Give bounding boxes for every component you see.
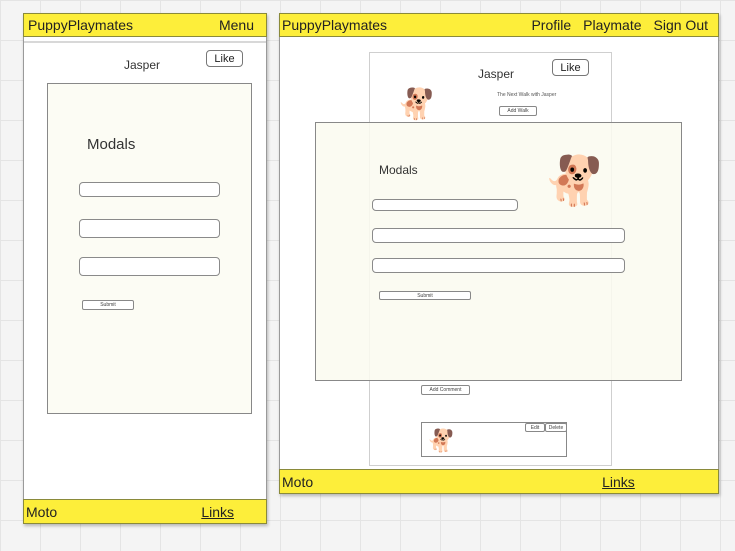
add-walk-button[interactable]: Add Walk	[499, 106, 537, 116]
add-comment-button[interactable]: Add Comment	[421, 385, 470, 395]
nav-playmate[interactable]: Playmate	[583, 17, 641, 33]
desktop-input-2[interactable]	[372, 228, 625, 243]
mobile-header-divider	[24, 41, 266, 43]
comment-dog-icon: 🐕	[427, 428, 455, 453]
desktop-footer: Moto Links	[279, 469, 719, 494]
mobile-footer-links[interactable]: Links	[201, 504, 234, 520]
mobile-input-1[interactable]	[79, 182, 220, 197]
mobile-submit-button[interactable]: Submit	[82, 300, 134, 310]
mobile-menu-button[interactable]: Menu	[219, 17, 254, 33]
next-walk-text: The Next Walk with Jasper	[497, 92, 557, 98]
mobile-dog-name: Jasper	[124, 58, 161, 72]
desktop-header: PuppyPlaymates Profile Playmate Sign Out	[279, 13, 719, 37]
mobile-like-button[interactable]: Like	[206, 50, 243, 67]
desktop-submit-button[interactable]: Submit	[379, 291, 471, 300]
desktop-modal	[315, 122, 682, 381]
mobile-input-2[interactable]	[79, 219, 220, 238]
desktop-footer-links[interactable]: Links	[602, 474, 635, 490]
desktop-dog-name: Jasper	[478, 67, 515, 81]
mobile-footer: Moto Links	[23, 499, 267, 524]
desktop-modal-title: Modals	[379, 163, 418, 177]
mobile-brand[interactable]: PuppyPlaymates	[28, 17, 133, 33]
mobile-footer-moto: Moto	[26, 503, 58, 520]
delete-button[interactable]: Delete	[545, 423, 567, 432]
edit-button[interactable]: Edit	[525, 423, 545, 432]
mobile-modal-title: Modals	[87, 136, 136, 153]
desktop-brand[interactable]: PuppyPlaymates	[282, 17, 387, 33]
modal-dog-icon: 🐕	[543, 155, 603, 208]
nav-sign-out[interactable]: Sign Out	[654, 17, 708, 33]
mobile-header: PuppyPlaymates Menu	[23, 13, 267, 37]
desktop-like-button[interactable]: Like	[552, 59, 589, 76]
desktop-footer-moto: Moto	[282, 473, 314, 490]
desktop-input-1[interactable]	[372, 199, 518, 211]
mobile-modal	[47, 83, 252, 414]
dog-icon: 🐕	[397, 88, 435, 121]
nav-profile[interactable]: Profile	[531, 17, 571, 33]
mobile-input-3[interactable]	[79, 257, 220, 276]
desktop-input-3[interactable]	[372, 258, 625, 273]
